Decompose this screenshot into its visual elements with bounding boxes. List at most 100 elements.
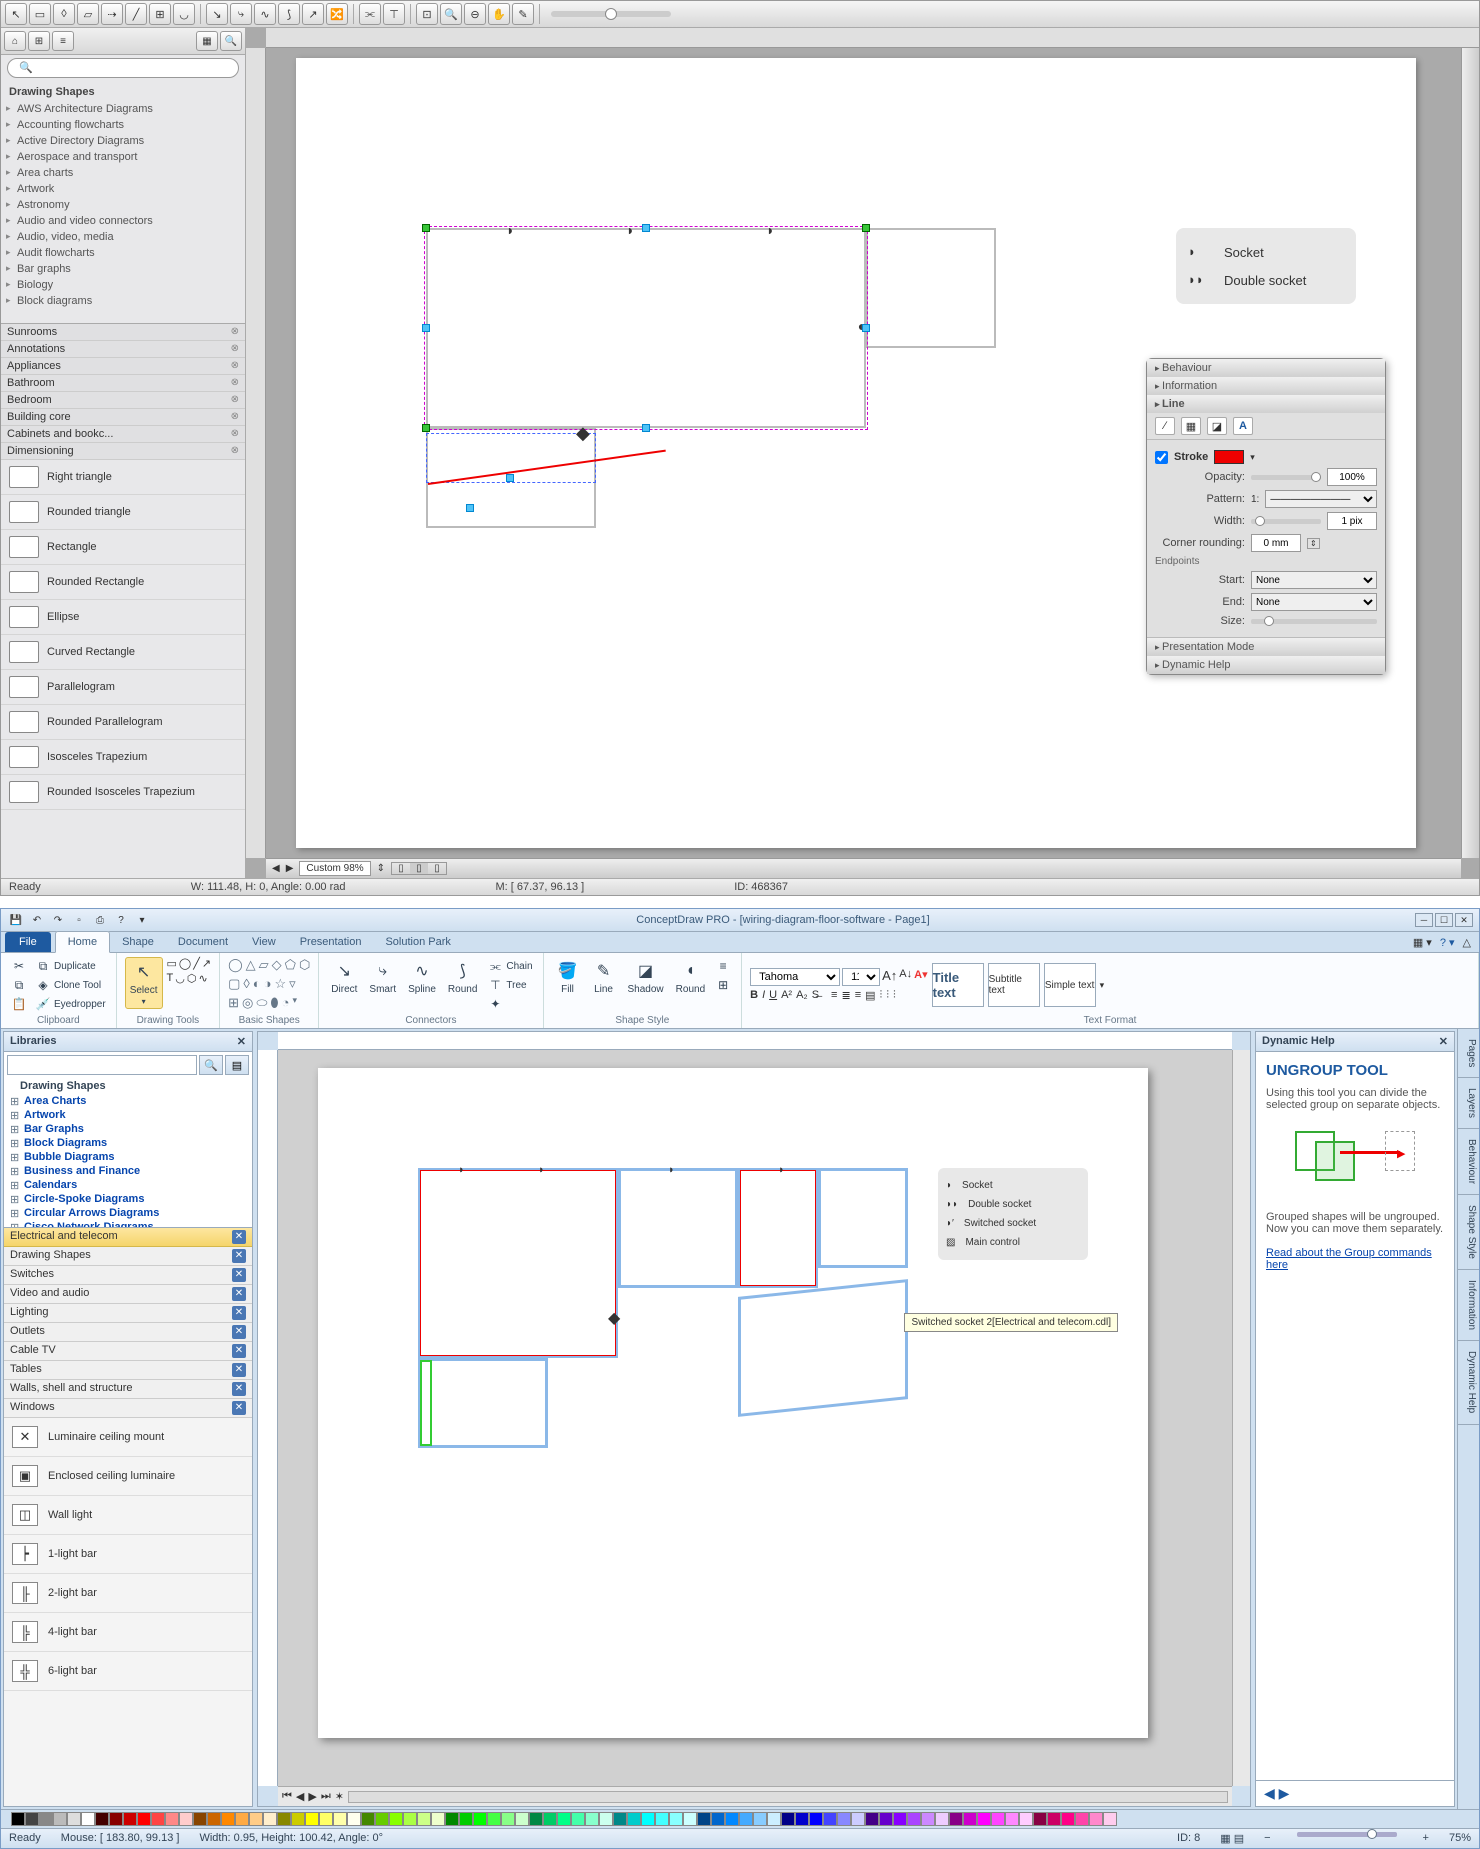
- pointer-tool[interactable]: ↖: [5, 3, 27, 25]
- category-item[interactable]: Accounting flowcharts: [1, 117, 245, 133]
- palette-swatch[interactable]: [879, 1812, 893, 1826]
- library-item[interactable]: Bathroom⊗: [1, 375, 245, 392]
- palette-swatch[interactable]: [571, 1812, 585, 1826]
- palette-swatch[interactable]: [375, 1812, 389, 1826]
- category-item[interactable]: Artwork: [1, 181, 245, 197]
- tab-shape[interactable]: Shape: [110, 932, 166, 952]
- maximize-button[interactable]: ☐: [1435, 913, 1453, 927]
- library-item[interactable]: Appliances⊗: [1, 358, 245, 375]
- stroke-color-swatch[interactable]: [1214, 450, 1244, 464]
- palette-swatch[interactable]: [809, 1812, 823, 1826]
- palette-swatch[interactable]: [1019, 1812, 1033, 1826]
- arc-tool[interactable]: ◡: [175, 972, 185, 985]
- lib-category[interactable]: Cable TV✕: [4, 1342, 252, 1361]
- section-information[interactable]: Information: [1147, 377, 1385, 395]
- font-select[interactable]: Tahoma: [750, 968, 840, 986]
- align-right[interactable]: ≡: [855, 989, 861, 1002]
- tree-item[interactable]: Cisco Network Diagrams: [4, 1220, 252, 1228]
- qat-help-icon[interactable]: ?: [112, 911, 130, 929]
- text-tool[interactable]: T: [167, 972, 174, 985]
- palette-swatch[interactable]: [137, 1812, 151, 1826]
- library-item[interactable]: Building core⊗: [1, 409, 245, 426]
- style-more2[interactable]: ⊞: [713, 976, 733, 994]
- shape-item[interactable]: Rounded Parallelogram: [1, 705, 245, 740]
- tree-item[interactable]: Bubble Diagrams: [4, 1150, 252, 1164]
- palette-swatch[interactable]: [1061, 1812, 1075, 1826]
- misc-conn-button[interactable]: ✦: [485, 995, 534, 1013]
- side-tab-behaviour[interactable]: Behaviour: [1458, 1129, 1479, 1195]
- side-tab-layers[interactable]: Layers: [1458, 1078, 1479, 1129]
- section-presentation[interactable]: Presentation Mode: [1147, 638, 1385, 656]
- palette-swatch[interactable]: [67, 1812, 81, 1826]
- palette-swatch[interactable]: [725, 1812, 739, 1826]
- tab-text-icon[interactable]: A: [1233, 417, 1253, 435]
- shape-item[interactable]: Rounded triangle: [1, 495, 245, 530]
- palette-swatch[interactable]: [1103, 1812, 1117, 1826]
- poly-tool[interactable]: ⬡: [187, 972, 197, 985]
- width-input[interactable]: [1327, 512, 1377, 530]
- tree-item[interactable]: Area Charts: [4, 1094, 252, 1108]
- pan-tool[interactable]: ✋: [488, 3, 510, 25]
- shape-item[interactable]: Rounded Rectangle: [1, 565, 245, 600]
- palette-swatch[interactable]: [781, 1812, 795, 1826]
- lib-menu-button[interactable]: ▤: [225, 1055, 249, 1075]
- shape-item[interactable]: Ellipse: [1, 600, 245, 635]
- palette-swatch[interactable]: [837, 1812, 851, 1826]
- tree-item[interactable]: Calendars: [4, 1178, 252, 1192]
- cut-button[interactable]: ✂: [9, 957, 29, 975]
- palette-swatch[interactable]: [95, 1812, 109, 1826]
- italic-button[interactable]: I: [762, 989, 765, 1002]
- palette-swatch[interactable]: [1075, 1812, 1089, 1826]
- palette-swatch[interactable]: [627, 1812, 641, 1826]
- tree-button[interactable]: ⊤Tree: [485, 976, 534, 994]
- palette-swatch[interactable]: [459, 1812, 473, 1826]
- palette-swatch[interactable]: [711, 1812, 725, 1826]
- align-justify[interactable]: ▤: [865, 989, 875, 1002]
- palette-swatch[interactable]: [193, 1812, 207, 1826]
- lib-search-button[interactable]: 🔍: [199, 1055, 223, 1075]
- shapes-search-input[interactable]: [7, 58, 239, 78]
- category-item[interactable]: Block diagrams: [1, 293, 245, 309]
- zoom-out-b[interactable]: −: [1264, 1832, 1270, 1845]
- shapes-home-icon[interactable]: ⌂: [4, 31, 26, 51]
- align-left[interactable]: ≡: [831, 989, 837, 1002]
- vertical-scrollbar-b[interactable]: [1232, 1050, 1250, 1786]
- shadow-button[interactable]: ◪Shadow: [624, 957, 668, 997]
- palette-swatch[interactable]: [445, 1812, 459, 1826]
- category-item[interactable]: Biology: [1, 277, 245, 293]
- pattern-select[interactable]: ————————: [1265, 490, 1377, 508]
- palette-swatch[interactable]: [305, 1812, 319, 1826]
- opacity-slider[interactable]: [1251, 475, 1321, 480]
- palette-swatch[interactable]: [697, 1812, 711, 1826]
- shapes-view-list-icon[interactable]: ≡: [52, 31, 74, 51]
- qat-redo-icon[interactable]: ↷: [49, 911, 67, 929]
- view-icons[interactable]: ▦ ▤: [1220, 1832, 1244, 1845]
- palette-swatch[interactable]: [25, 1812, 39, 1826]
- tab-fill-icon[interactable]: ▦: [1181, 417, 1201, 435]
- callout-tool[interactable]: ▱: [77, 3, 99, 25]
- side-tab-shape-style[interactable]: Shape Style: [1458, 1195, 1479, 1270]
- lib-category[interactable]: Walls, shell and structure✕: [4, 1380, 252, 1399]
- rect-tool[interactable]: ▭: [167, 957, 177, 970]
- palette-swatch[interactable]: [543, 1812, 557, 1826]
- fontsize-select[interactable]: 11: [842, 968, 880, 986]
- tree-item[interactable]: Artwork: [4, 1108, 252, 1122]
- palette-swatch[interactable]: [669, 1812, 683, 1826]
- opacity-input[interactable]: [1327, 468, 1377, 486]
- copy-button[interactable]: ⧉: [9, 976, 29, 994]
- palette-swatch[interactable]: [389, 1812, 403, 1826]
- category-item[interactable]: Astronomy: [1, 197, 245, 213]
- hscrollbar[interactable]: [348, 1791, 1228, 1803]
- clone-button[interactable]: ◈Clone Tool: [33, 976, 108, 994]
- file-menu[interactable]: File: [5, 932, 51, 952]
- font-color-icon[interactable]: A▾: [914, 968, 927, 986]
- super-button[interactable]: A²: [781, 989, 792, 1002]
- palette-swatch[interactable]: [515, 1812, 529, 1826]
- palette-swatch[interactable]: [865, 1812, 879, 1826]
- eyedropper-button[interactable]: 💉Eyedropper: [33, 995, 108, 1013]
- shrink-font-icon[interactable]: A↓: [899, 968, 912, 986]
- chain-tool[interactable]: ⫘: [359, 3, 381, 25]
- tab-home[interactable]: Home: [55, 931, 110, 953]
- lib-category[interactable]: Tables✕: [4, 1361, 252, 1380]
- paste-button[interactable]: 📋: [9, 995, 29, 1013]
